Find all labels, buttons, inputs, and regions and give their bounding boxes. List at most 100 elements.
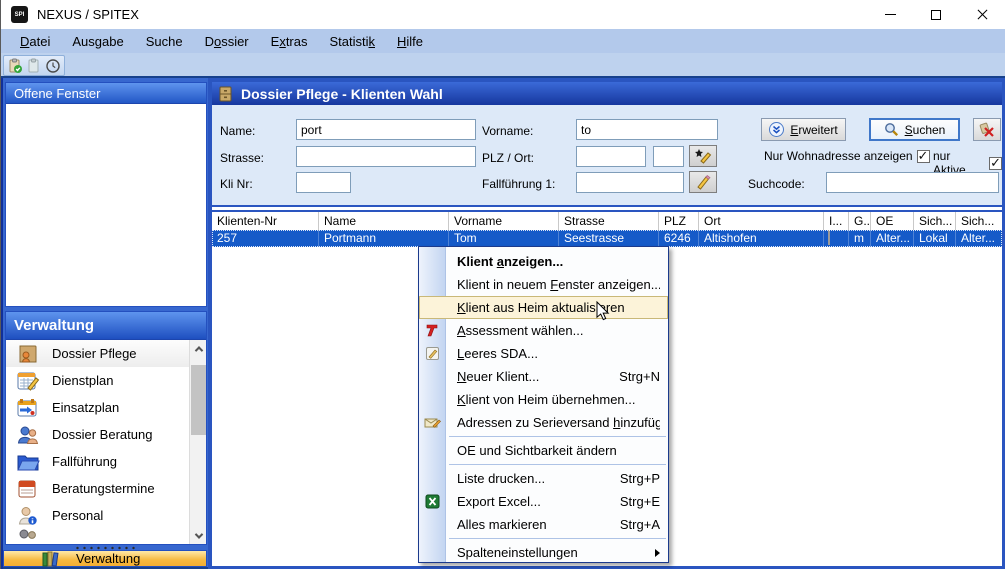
- name-label: Name:: [220, 124, 255, 138]
- paste-icon[interactable]: [25, 57, 42, 74]
- close-button[interactable]: [959, 0, 1005, 29]
- menu-statistik[interactable]: Statistik: [318, 31, 386, 52]
- menu-item-alles-markieren[interactable]: Alles markieren Strg+A: [419, 513, 668, 536]
- title-bar: SPI NEXUS / SPITEX: [1, 0, 1005, 29]
- cell-sichtbarkeit-1: Lokal: [914, 230, 956, 247]
- dossier-beratung-icon: [16, 424, 40, 446]
- main-header: Dossier Pflege - Klienten Wahl: [212, 82, 1002, 105]
- open-windows-list[interactable]: [6, 104, 206, 306]
- menu-item-assessment-waehlen[interactable]: Assessment wählen...: [419, 319, 668, 342]
- fallfuehrung-icon: [16, 451, 40, 473]
- minimize-button[interactable]: [867, 0, 913, 29]
- nav-panel-header: Verwaltung: [6, 312, 206, 340]
- sidebar-item-fallfuehrung[interactable]: Fallführung: [6, 448, 189, 475]
- plz-input[interactable]: [576, 146, 646, 167]
- column-header[interactable]: PLZ: [659, 212, 699, 230]
- scrollbar-thumb[interactable]: [191, 365, 206, 435]
- clock-icon[interactable]: [44, 57, 61, 74]
- sidebar: Offene Fenster Verwaltung Dossier Pflege: [1, 78, 208, 569]
- strasse-input[interactable]: [296, 146, 476, 167]
- cell-geschlecht: m: [849, 230, 871, 247]
- fallfuehrung-input[interactable]: [576, 172, 684, 193]
- pencil-icon: [695, 174, 711, 190]
- erweitert-button[interactable]: Erweitert: [761, 118, 846, 141]
- fallfuehrung-lookup-button[interactable]: [689, 171, 717, 193]
- menu-item-leeres-sda[interactable]: Leeres SDA...: [419, 342, 668, 365]
- column-header[interactable]: Ort: [699, 212, 824, 230]
- menu-item-neuer-klient[interactable]: Neuer Klient... Strg+N: [419, 365, 668, 388]
- column-header[interactable]: I...: [824, 212, 849, 230]
- column-header[interactable]: Vorname: [449, 212, 559, 230]
- cell-ort: Altishofen: [699, 230, 824, 247]
- suchcode-label: Suchcode:: [748, 177, 805, 191]
- column-header[interactable]: Sich...: [956, 212, 1002, 230]
- menu-item-liste-drucken[interactable]: Liste drucken... Strg+P: [419, 467, 668, 490]
- aktive-checkbox[interactable]: [989, 157, 1002, 170]
- sidebar-item-personal[interactable]: Personal: [6, 502, 189, 529]
- menu-dossier[interactable]: Dossier: [194, 31, 260, 52]
- table-header-row: Klienten-Nr Name Vorname Strasse PLZ Ort…: [212, 210, 1002, 230]
- books-icon: [42, 551, 62, 567]
- sidebar-item-dossier-pflege[interactable]: Dossier Pflege: [6, 340, 189, 367]
- menu-item-spalteneinstellungen[interactable]: Spalteneinstellungen: [419, 541, 668, 564]
- sidebar-item-label: Einsatzplan: [52, 400, 119, 415]
- table-row[interactable]: 257 Portmann Tom Seestrasse 6246 Altisho…: [212, 230, 1002, 247]
- sidebar-item-label: Dienstplan: [52, 373, 113, 388]
- sidebar-item-partial[interactable]: [6, 529, 189, 544]
- menu-item-oe-sichtbarkeit[interactable]: OE und Sichtbarkeit ändern: [419, 439, 668, 462]
- sidebar-item-label: Dossier Beratung: [52, 427, 152, 442]
- ort-input[interactable]: [653, 146, 684, 167]
- wohnadresse-checkbox-row[interactable]: Nur Wohnadresse anzeigen: [764, 149, 930, 163]
- ort-lookup-button[interactable]: [689, 145, 717, 167]
- sidebar-item-einsatzplan[interactable]: Einsatzplan: [6, 394, 189, 421]
- sidebar-item-beratungstermine[interactable]: Beratungstermine: [6, 475, 189, 502]
- menu-datei[interactable]: Datei: [9, 31, 61, 52]
- scroll-up-icon[interactable]: [190, 340, 207, 357]
- cell-name: Portmann: [319, 230, 449, 247]
- menu-item-klient-anzeigen[interactable]: Klient anzeigen...: [419, 250, 668, 273]
- wohnadresse-checkbox-label: Nur Wohnadresse anzeigen: [764, 149, 913, 163]
- cell-checkbox[interactable]: [824, 230, 849, 247]
- kli-nr-input[interactable]: [296, 172, 351, 193]
- cell-oe: Alter...: [871, 230, 914, 247]
- toolbar-button-group: [3, 55, 65, 76]
- maximize-icon: [931, 10, 941, 20]
- sidebar-item-dossier-beratung[interactable]: Dossier Beratung: [6, 421, 189, 448]
- column-header[interactable]: Klienten-Nr: [212, 212, 319, 230]
- excel-icon: [423, 492, 442, 511]
- paste-check-icon[interactable]: [7, 57, 24, 74]
- menu-suche[interactable]: Suche: [135, 31, 194, 52]
- scroll-down-icon[interactable]: [190, 527, 207, 544]
- partial-item-icon: [16, 529, 40, 544]
- nav-scrollbar[interactable]: [189, 340, 206, 544]
- suchcode-input[interactable]: [826, 172, 999, 193]
- column-header[interactable]: Name: [319, 212, 449, 230]
- suchen-button[interactable]: Suchen: [869, 118, 960, 141]
- app-icon: SPI: [11, 6, 28, 23]
- menu-item-klient-neues-fenster[interactable]: Klient in neuem Fenster anzeigen...: [419, 273, 668, 296]
- maximize-button[interactable]: [913, 0, 959, 29]
- strasse-label: Strasse:: [220, 151, 264, 165]
- menu-shortcut: Strg+A: [620, 517, 660, 532]
- column-header[interactable]: G..: [849, 212, 871, 230]
- column-header[interactable]: Strasse: [559, 212, 659, 230]
- row-checkbox[interactable]: [828, 230, 830, 245]
- column-header[interactable]: OE: [871, 212, 914, 230]
- clear-search-button[interactable]: [973, 118, 1001, 141]
- column-header[interactable]: Sich...: [914, 212, 956, 230]
- menu-item-export-excel[interactable]: Export Excel... Strg+E: [419, 490, 668, 513]
- sda-note-icon: [423, 344, 442, 363]
- name-input[interactable]: [296, 119, 476, 140]
- menu-item-klient-von-heim[interactable]: Klient von Heim übernehmen...: [419, 388, 668, 411]
- bottom-bar-label: Verwaltung: [76, 551, 140, 566]
- menu-hilfe[interactable]: Hilfe: [386, 31, 434, 52]
- menu-ausgabe[interactable]: Ausgabe: [61, 31, 134, 52]
- sidebar-item-dienstplan[interactable]: Dienstplan: [6, 367, 189, 394]
- vorname-input[interactable]: [576, 119, 718, 140]
- nav-panel: Verwaltung Dossier Pflege Dienstplan: [5, 311, 207, 545]
- menu-extras[interactable]: Extras: [260, 31, 319, 52]
- menu-item-klient-aus-heim-aktualisieren[interactable]: Klient aus Heim aktualisieren: [419, 296, 668, 319]
- menu-item-serieversand[interactable]: Adressen zu Serieversand hinzufügen...: [419, 411, 668, 434]
- verwaltung-bottom-bar[interactable]: Verwaltung: [3, 550, 207, 567]
- wohnadresse-checkbox[interactable]: [917, 150, 930, 163]
